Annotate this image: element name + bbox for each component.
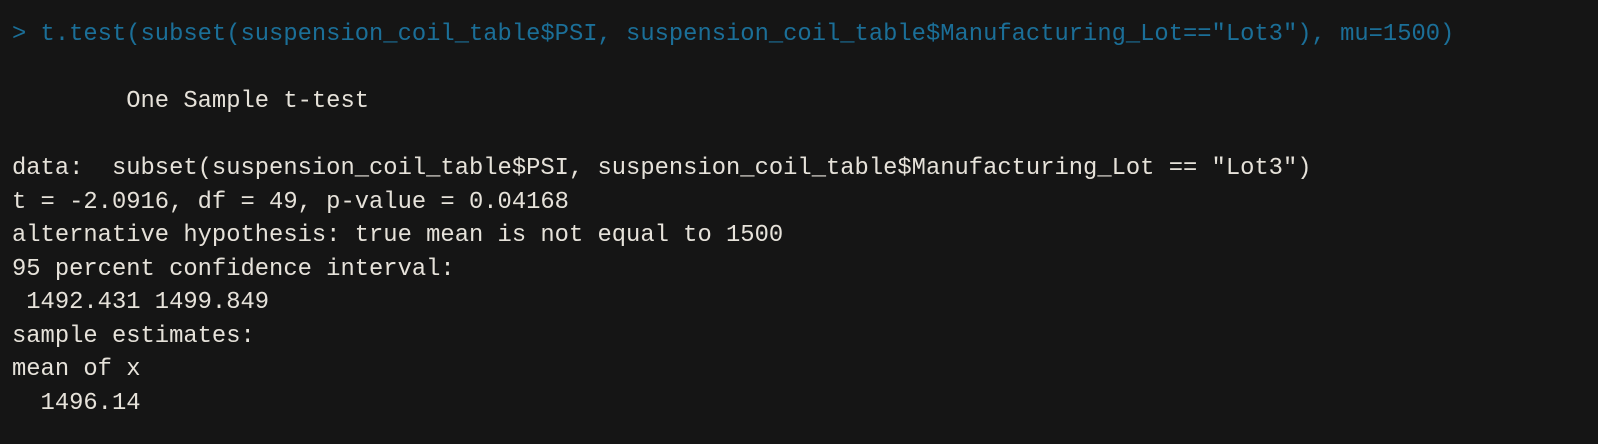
r-console[interactable]: > t.test(subset(suspension_coil_table$PS…	[0, 0, 1598, 420]
test-statistics: t = -2.0916, df = 49, p-value = 0.04168	[12, 188, 569, 216]
sample-estimates-label: sample estimates:	[12, 322, 255, 350]
confidence-interval-label: 95 percent confidence interval:	[12, 255, 455, 283]
mean-value: 1496.14	[12, 389, 155, 417]
mean-label: mean of x	[12, 356, 155, 383]
alternative-hypothesis: alternative hypothesis: true mean is not…	[12, 222, 784, 249]
confidence-interval-values: 1492.431 1499.849	[12, 289, 270, 316]
console-command-line: > t.test(subset(suspension_coil_table$PS…	[12, 21, 1455, 48]
data-description: data: subset(suspension_coil_table$PSI, …	[12, 155, 1312, 182]
test-title: One Sample t-test	[12, 88, 370, 115]
